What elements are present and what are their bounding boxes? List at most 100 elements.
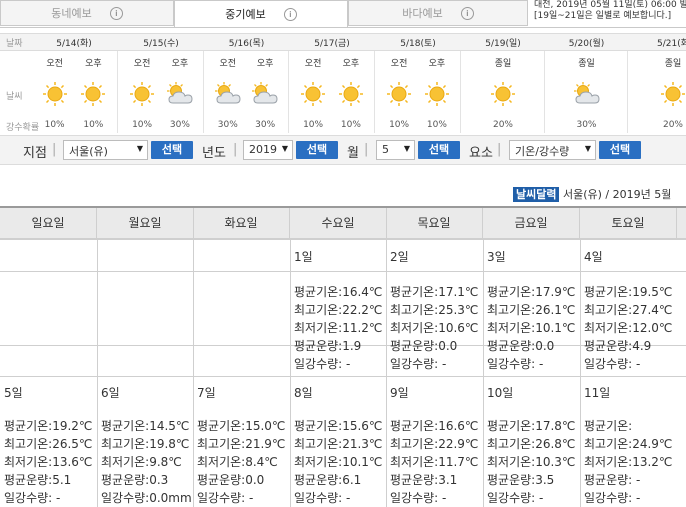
tab-local-forecast[interactable]: 동네예보 i bbox=[0, 0, 174, 26]
tab-marine-forecast[interactable]: 바다예보 i bbox=[348, 0, 528, 26]
station-select[interactable]: 서울(유) ▼ bbox=[63, 140, 148, 160]
header-separator bbox=[0, 239, 686, 240]
stat-snow: 일강수량: - bbox=[584, 357, 641, 371]
forecast-tabs: 동네예보 i 중기예보 i 바다예보 i 대전, 2019년 05월 11일(토… bbox=[0, 0, 686, 28]
precip-probability: 10% bbox=[426, 120, 447, 130]
dropdown-arrow-icon: ▼ bbox=[281, 144, 288, 153]
info-icon[interactable]: i bbox=[460, 6, 474, 20]
forecast-date: 5/20(월) bbox=[568, 39, 605, 49]
year-select-button[interactable]: 선택 bbox=[296, 141, 338, 159]
month-select-button[interactable]: 선택 bbox=[418, 141, 460, 159]
stat-avg: 평균기온:16.4℃ bbox=[294, 285, 383, 299]
forecast-date: 5/15(수) bbox=[143, 39, 179, 49]
stat-max: 최고기온:26.5℃ bbox=[4, 437, 93, 451]
forecast-day: 종일 20% bbox=[628, 51, 686, 133]
sunny-icon bbox=[336, 81, 366, 107]
day-number: 3일 bbox=[487, 250, 506, 264]
forecast-period: 종일 bbox=[578, 59, 595, 69]
day-weather-stats: 평균기온:16.4℃ 최고기온:22.2℃ 최저기온:11.2℃ 평균운량:1.9 일강… bbox=[294, 283, 382, 373]
stat-snow: 일강수량: - bbox=[584, 491, 641, 505]
tab-label: 바다예보 bbox=[402, 7, 443, 20]
day-weather-stats: 평균기온: 최고기온:24.9℃ 최저기온:13.2℃ 평균운량: - 일강수량: - bbox=[584, 417, 672, 507]
day-weather-stats: 평균기온:15.0℃ 최고기온:21.9℃ 최저기온:8.4℃ 평균운량:0.0 일강수… bbox=[197, 417, 285, 507]
sunny-icon bbox=[422, 81, 452, 107]
stat-max: 최고기온:26.8℃ bbox=[487, 437, 576, 451]
month-value: 5 bbox=[382, 143, 389, 156]
day-number: 1일 bbox=[294, 250, 313, 264]
partly-cloudy-icon bbox=[572, 81, 602, 107]
year-select[interactable]: 2019 ▼ bbox=[243, 140, 293, 160]
day-number: 11일 bbox=[584, 386, 611, 400]
forecast-day: 종일 30% bbox=[545, 51, 628, 133]
sunny-icon bbox=[488, 81, 518, 107]
tab-divider bbox=[0, 27, 686, 28]
calendar-caption-text: 서울(유) / 2019년 5월 bbox=[559, 188, 672, 201]
element-select-button[interactable]: 선택 bbox=[599, 141, 641, 159]
partly-cloudy-icon bbox=[165, 81, 195, 107]
info-icon[interactable]: i bbox=[283, 7, 297, 21]
day-weather-stats: 평균기온:15.6℃ 최고기온:21.3℃ 최저기온:10.1℃ 평균운량:6.1 일강… bbox=[294, 417, 382, 507]
precip-probability: 20% bbox=[662, 120, 683, 130]
stat-min: 최저기온:10.6℃ bbox=[390, 321, 479, 335]
precip-probability: 20% bbox=[492, 120, 513, 130]
partly-cloudy-icon bbox=[213, 81, 243, 107]
weekday-header-cell: 월요일 bbox=[97, 208, 194, 239]
stat-max: 최고기온:21.9℃ bbox=[197, 437, 286, 451]
separator: | bbox=[52, 142, 57, 157]
element-select[interactable]: 기온/강수량 ▼ bbox=[509, 140, 596, 160]
precip-probability: 30% bbox=[217, 120, 238, 130]
forecast-day: 오전 10% 오후 10% bbox=[30, 51, 118, 133]
stat-rain: 평균운량:5.1 bbox=[4, 473, 72, 487]
year-value: 2019 bbox=[249, 143, 277, 156]
forecast-period: 오전 bbox=[219, 59, 237, 69]
dropdown-arrow-icon: ▼ bbox=[584, 144, 591, 153]
column-separator bbox=[290, 239, 291, 507]
day-weather-stats: 평균기온:19.2℃ 최고기온:26.5℃ 최저기온:13.6℃ 평균운량:5.1 일강… bbox=[4, 417, 92, 507]
station-label: 지점 bbox=[23, 146, 47, 161]
stat-avg: 평균기온:15.6℃ bbox=[294, 419, 383, 433]
sunny-icon bbox=[40, 81, 70, 107]
stat-snow: 일강수량: - bbox=[4, 491, 61, 505]
forecast-day: 종일 20% bbox=[461, 51, 545, 133]
stat-avg: 평균기온:15.0℃ bbox=[197, 419, 286, 433]
weekday-header-cell: 수요일 bbox=[290, 208, 387, 239]
stat-max: 최고기온:21.3℃ bbox=[294, 437, 383, 451]
day-weather-stats: 평균기온:14.5℃ 최고기온:19.8℃ 최저기온:9.8℃ 평균운량:0.3 일강수… bbox=[101, 417, 192, 507]
precip-probability: 10% bbox=[303, 120, 324, 130]
weather-calendar: 일요일 월요일 화요일 수요일 목요일 금요일 토요일 1일 평균기온:16.4℃ 최고기온:2… bbox=[0, 206, 686, 507]
stat-rain: 평균운량:0.0 bbox=[197, 473, 265, 487]
stat-rain: 평균운량:3.5 bbox=[487, 473, 555, 487]
stat-avg: 평균기온:17.9℃ bbox=[487, 285, 576, 299]
separator: | bbox=[233, 142, 238, 157]
forecast-period: 종일 bbox=[494, 59, 512, 69]
weekday-header-cell: 일요일 bbox=[0, 208, 97, 239]
weekday-header-cell: 금요일 bbox=[483, 208, 580, 239]
month-select[interactable]: 5 ▼ bbox=[376, 140, 415, 160]
sunny-icon bbox=[78, 81, 108, 107]
station-select-button[interactable]: 선택 bbox=[151, 141, 193, 159]
stat-rain: 평균운량:0.0 bbox=[487, 339, 555, 353]
stat-avg: 평균기온: bbox=[584, 419, 633, 433]
stat-rain: 평균운량:0.0 bbox=[390, 339, 458, 353]
weather-row-label: 날씨 bbox=[6, 92, 23, 102]
forecast-period: 오후 bbox=[428, 59, 446, 69]
stat-min: 최저기온:10.1℃ bbox=[294, 455, 383, 469]
day-weather-stats: 평균기온:17.8℃ 최고기온:26.8℃ 최저기온:10.3℃ 평균운량:3.5 일강… bbox=[487, 417, 575, 507]
day-weather-stats: 평균기온:16.6℃ 최고기온:22.9℃ 최저기온:11.7℃ 평균운량:3.1 일강… bbox=[390, 417, 478, 507]
forecast-period: 오후 bbox=[85, 59, 102, 69]
forecast-period: 오후 bbox=[256, 59, 274, 69]
forecast-day: 오전 30% 오후 30% bbox=[204, 51, 289, 133]
precip-probability: 10% bbox=[132, 120, 153, 130]
stat-avg: 평균기온:17.8℃ bbox=[487, 419, 576, 433]
tab-mid-term-forecast[interactable]: 중기예보 i bbox=[174, 0, 348, 28]
info-icon[interactable]: i bbox=[109, 6, 123, 20]
column-separator bbox=[193, 239, 194, 507]
forecast-period: 오전 bbox=[46, 59, 63, 69]
stat-rain: 평균운량:4.9 bbox=[584, 339, 652, 353]
dropdown-arrow-icon: ▼ bbox=[136, 144, 143, 153]
separator: | bbox=[364, 142, 369, 157]
forecast-date: 5/17(금) bbox=[314, 39, 350, 49]
weekday-header: 일요일 월요일 화요일 수요일 목요일 금요일 토요일 bbox=[0, 208, 686, 239]
day-number: 10일 bbox=[487, 386, 514, 400]
stat-max: 최고기온:19.8℃ bbox=[101, 437, 190, 451]
